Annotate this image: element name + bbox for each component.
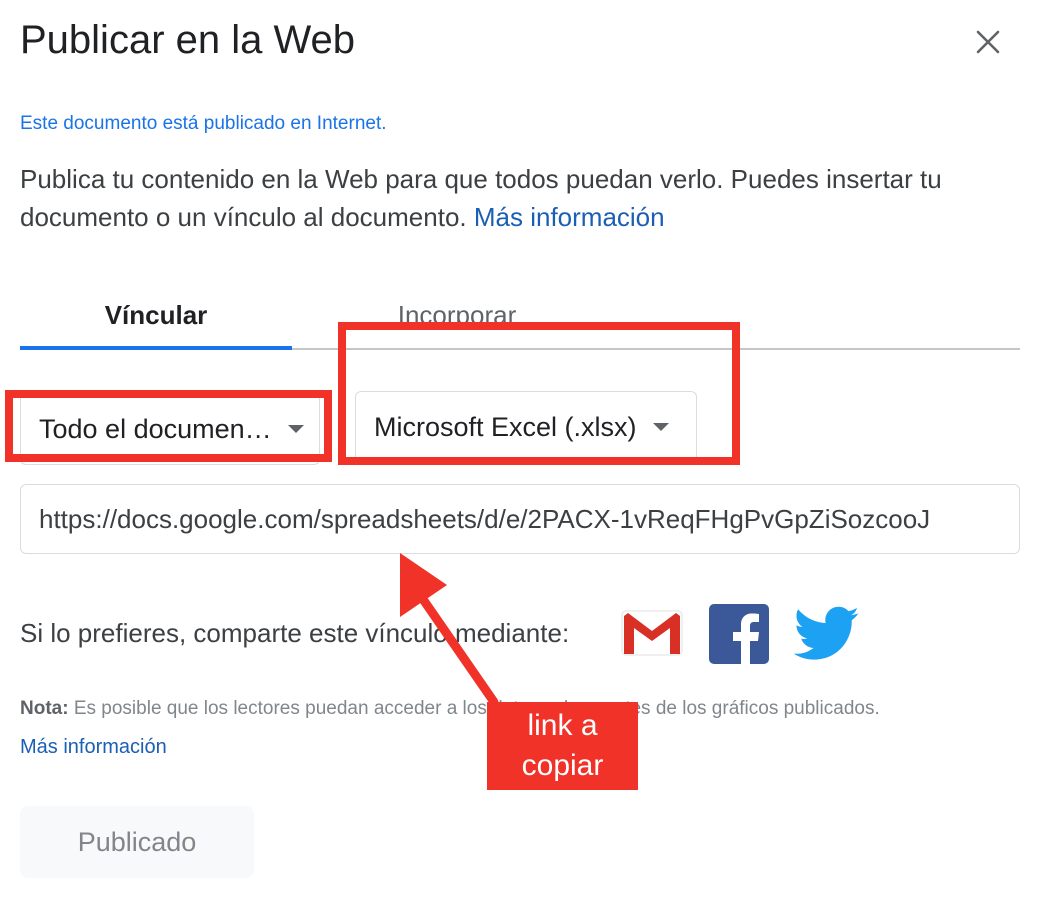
twitter-icon[interactable]	[794, 606, 860, 662]
gmail-icon[interactable]	[620, 608, 684, 658]
annotation-box-scope	[5, 390, 332, 462]
annotation-label: link a copiar	[487, 702, 638, 790]
tab-link[interactable]: Víncular	[20, 300, 292, 331]
more-info-link[interactable]: Más información	[474, 202, 665, 232]
publish-status: Este documento está publicado en Interne…	[20, 113, 387, 134]
annotation-label-line2: copiar	[521, 749, 604, 782]
annotation-label-line1: link a	[527, 709, 598, 742]
note-text: Nota: Es posible que los lectores puedan…	[20, 698, 880, 720]
dialog-description: Publica tu contenido en la Web para que …	[20, 160, 1020, 236]
close-icon[interactable]	[972, 26, 1004, 58]
note-prefix: Nota:	[20, 698, 69, 719]
dialog-title: Publicar en la Web	[20, 18, 355, 62]
published-button[interactable]: Publicado	[20, 806, 254, 878]
facebook-icon[interactable]	[709, 604, 769, 664]
share-label: Si lo prefieres, comparte este vínculo m…	[20, 618, 570, 648]
publish-url-input[interactable]	[20, 484, 1020, 554]
note-body: Es posible que los lectores puedan acced…	[73, 698, 880, 719]
active-tab-indicator	[20, 346, 292, 350]
note-more-info-link[interactable]: Más información	[20, 736, 167, 759]
annotation-box-format	[338, 322, 740, 465]
